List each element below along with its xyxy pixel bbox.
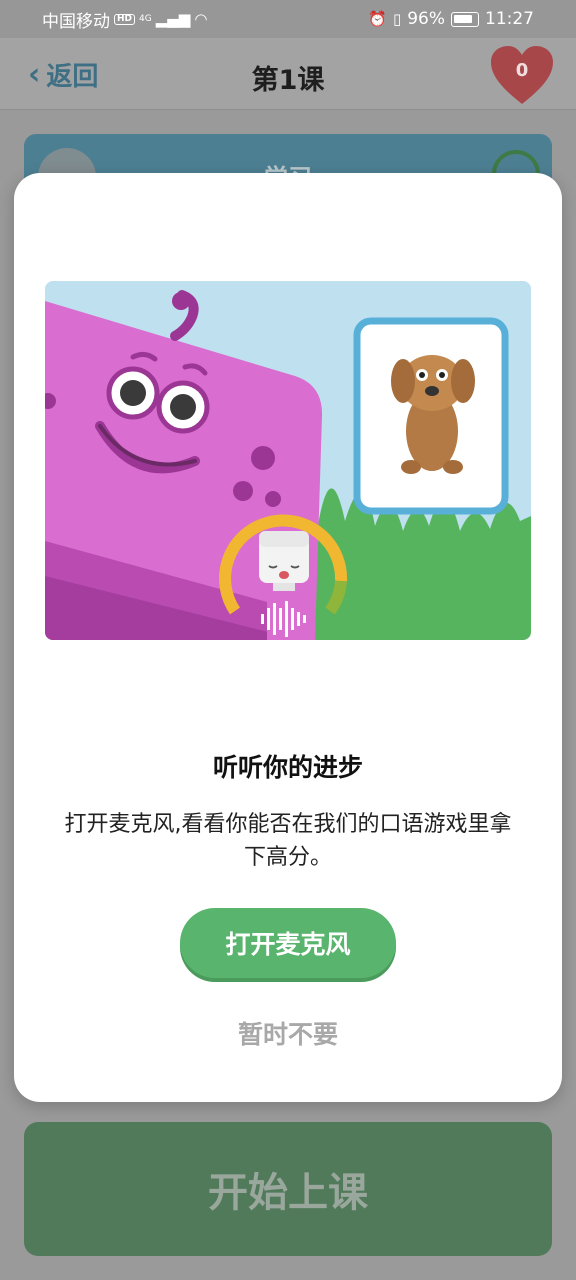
carrier-label: 中国移动 [42, 11, 110, 32]
battery-percent: 96% [407, 9, 445, 29]
dialog-message: 打开麦克风,看看你能否在我们的口语游戏里拿下高分。 [64, 812, 512, 870]
hd-icon: HD [114, 13, 136, 25]
wifi-icon: ◠ [194, 9, 208, 28]
speaking-game-illustration [45, 281, 531, 640]
battery-icon [451, 11, 479, 27]
app-header: ‹ 返回 第1课 0 [0, 38, 576, 110]
status-bar: 中国移动 HD 4G ▂▄▆ ◠ ⏰ ▯ 96% 11:27 [0, 0, 576, 38]
clock: 11:27 [485, 9, 534, 29]
microphone-permission-dialog: 听听你的进步 打开麦克风,看看你能否在我们的口语游戏里拿下高分。 打开麦克风 暂… [14, 173, 562, 1102]
hearts-count: 0 [515, 60, 529, 81]
start-lesson-button[interactable]: 开始上课 [24, 1122, 552, 1256]
signal-icon: ▂▄▆ [155, 9, 191, 28]
network-type-label: 4G [139, 13, 152, 24]
enable-microphone-button[interactable]: 打开麦克风 [180, 908, 396, 978]
vibrate-icon: ▯ [392, 9, 402, 28]
alarm-icon: ⏰ [368, 9, 387, 28]
dialog-title: 听听你的进步 [212, 753, 363, 782]
not-now-button[interactable]: 暂时不要 [14, 1015, 562, 1051]
